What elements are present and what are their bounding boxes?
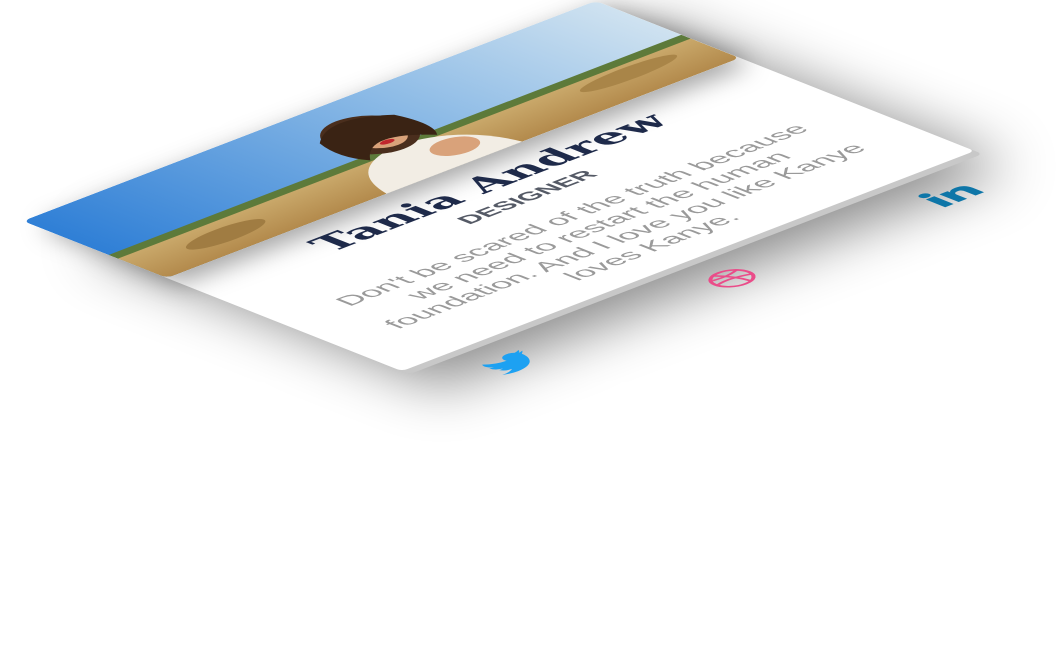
linkedin-button[interactable] [903, 175, 999, 212]
dribbble-button[interactable] [684, 260, 780, 297]
twitter-icon [482, 350, 530, 375]
dribbble-icon [708, 269, 756, 288]
linkedin-icon [918, 186, 985, 208]
profile-card-3d: Tania Andrew DESIGNER Don't be scared of… [22, 0, 985, 375]
twitter-button[interactable] [464, 344, 560, 381]
profile-card: Tania Andrew DESIGNER Don't be scared of… [22, 0, 985, 375]
stage: Tania Andrew DESIGNER Don't be scared of… [0, 0, 1060, 660]
